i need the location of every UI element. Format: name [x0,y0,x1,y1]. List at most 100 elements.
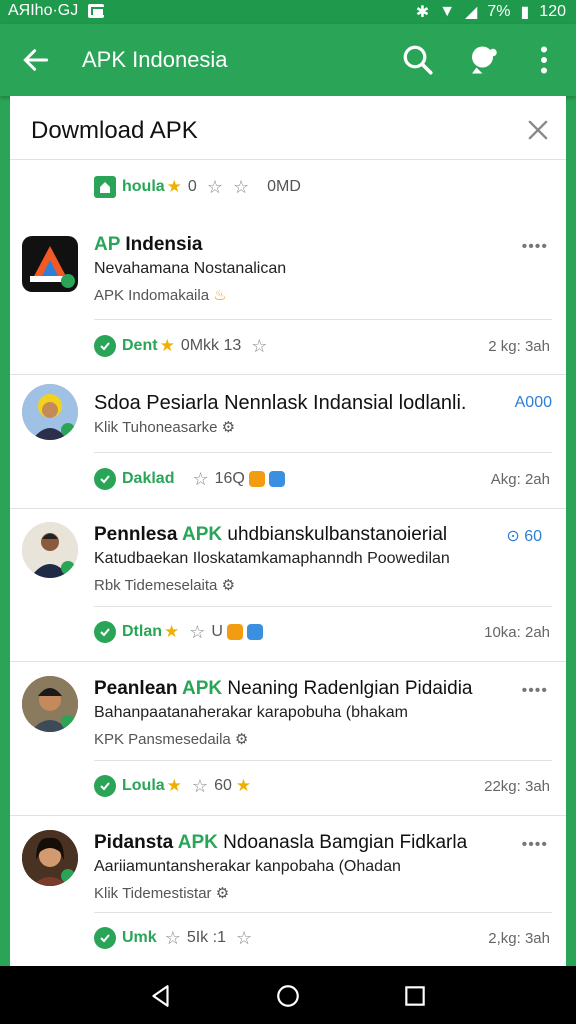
item-title-prefix: Pennlesa [94,524,183,545]
item-meta-row: Dtlan ★ ☆ U 10ka: 2ah [94,616,550,648]
item-subtitle: Nevahamana Nostanalican [94,260,287,277]
top-meta-rating: 0 [187,178,197,195]
item-source-text: Rbk Tidemeselaita [94,577,218,594]
star-filled-icon: ★ [166,177,182,196]
orange-app-icon [248,471,265,487]
search-icon[interactable] [400,42,436,78]
clock: 120 [539,3,566,20]
item-meta-row: Dent ★ 0Mkk 13 ☆ 2 kg: 3ah [94,330,550,362]
item-title: Peanlean APK Neaning Radenlgian Pidaidia [94,678,473,700]
item-title-rest: Neaning Radenlgian Pidaidia [222,678,473,699]
item-title: Pennlesa APK uhdbianskulbanstanoierial [94,524,447,546]
star-empty-icon: ☆ [206,176,223,197]
avatar [22,676,78,732]
check-circle-icon [94,468,116,490]
star-filled-icon: ★ [166,776,182,795]
arrow-left-icon[interactable] [20,44,52,76]
item-meta-label: Umk [122,929,157,946]
settings-icon: ⚙ [215,885,230,902]
divider [94,606,552,607]
divider [94,452,552,453]
item-source: Klik Tidemestistar ⚙ [94,884,229,902]
divider [10,374,566,375]
settings-icon: ⚙ [234,731,249,748]
star-empty-icon: ☆ [251,335,268,356]
item-source: KPK Pansmesedaila ⚙ [94,730,248,748]
more-horiz-icon[interactable]: •••• [522,836,548,854]
close-icon[interactable] [524,116,552,144]
item-meta-row: Loula ★ ☆ 60 ★ 22kg: 3ah [94,770,550,802]
battery-level: 7% [487,3,511,20]
item-source-text: APK Indomakaila [94,287,210,304]
sheet-title: Dowmload APK [31,117,198,144]
item-time: 22kg: 3ah [484,777,550,795]
item-title-prefix: AP [94,234,121,255]
sheet-header: Dowmload APK [10,96,566,160]
check-circle-icon [94,335,116,357]
avatar [22,384,78,440]
download-sheet: Dowmload APK houla ★ 0 ☆ ☆ 0MD AP Indens… [10,96,566,966]
item-title-prefix: Peanlean [94,678,183,699]
avatar [22,830,78,886]
orange-app-icon [226,624,243,640]
star-empty-icon: ☆ [191,775,209,796]
star-filled-icon: ★ [159,336,175,355]
notification-icon [88,4,106,18]
nav-recents-icon[interactable] [402,983,428,1009]
app-bar: APK Indonesia [0,24,576,96]
bluetooth-icon: ✱ [415,4,430,21]
star-empty-icon: ☆ [235,927,253,948]
more-horiz-icon[interactable]: •••• [522,682,548,700]
account-icon[interactable] [466,42,502,78]
star-filled-icon: ★ [235,776,252,795]
check-circle-icon [94,775,116,797]
item-title: AP Indensia [94,234,202,256]
wifi-icon: ▼ [439,3,456,20]
item-title-rest: uhdbianskulbanstanoierial [222,524,448,545]
item-source: APK Indomakaila ♨ [94,286,227,304]
top-meta-row: houla ★ 0 ☆ ☆ 0MD [94,171,550,203]
star-empty-icon: ☆ [232,176,250,197]
item-subtitle: Aariiamuntansherakar kanpobaha (Ohadan [94,858,401,875]
divider [10,815,566,816]
star-filled-icon: ★ [164,622,180,641]
flame-icon: ♨ [213,287,227,304]
nav-back-icon[interactable] [148,983,174,1009]
top-meta-extra: 0MD [267,178,301,195]
star-empty-icon: ☆ [192,468,209,489]
item-meta-label: Daklad [122,470,175,487]
avatar [22,522,78,578]
battery-icon: ▮ [520,4,530,21]
item-source-text: Klik Tuhoneasarke [94,419,218,436]
item-title-apk: APK [177,832,218,853]
item-tag: ⊙ 60 [506,528,542,545]
status-bar: AЯIho·GJ ✱ ▼ ◢ 7% ▮ 120 [0,0,576,24]
home-icon [94,176,116,198]
nav-home-icon[interactable] [275,983,301,1009]
system-nav-bar [0,966,576,1024]
item-meta-label: Dent [122,337,158,354]
more-vert-icon[interactable] [526,42,562,78]
item-meta-label: Loula [122,777,165,794]
blue-app-icon [246,624,263,640]
item-subtitle: Bahanpaatanaherakar karapobuha (bhakam [94,704,409,721]
item-title-rest: Indensia [120,234,203,255]
more-horiz-icon[interactable]: •••• [522,238,548,256]
item-meta-text: 0Mkk 13 [180,337,242,354]
status-left-text: AЯIho·GJ [8,2,79,19]
star-empty-icon: ☆ [189,621,206,642]
item-time: 10ka: 2ah [484,623,550,641]
divider [94,319,552,320]
item-time: Akg: 2ah [490,470,550,488]
signal-icon: ◢ [465,4,478,21]
item-source-text: KPK Pansmesedaila [94,731,231,748]
item-source-text: Klik Tidemestistar [94,885,212,902]
item-meta-text: U [211,623,223,640]
top-meta-label: houla [122,178,165,195]
app-title: APK Indonesia [82,47,228,72]
item-title: Sdoa Pesiarla Nennlask Indansial lodlanl… [94,392,467,414]
star-empty-icon: ☆ [164,927,181,948]
item-source: Klik Tuhoneasarke ⚙ [94,418,235,436]
check-circle-icon [94,621,116,643]
settings-icon: ⚙ [221,419,236,436]
